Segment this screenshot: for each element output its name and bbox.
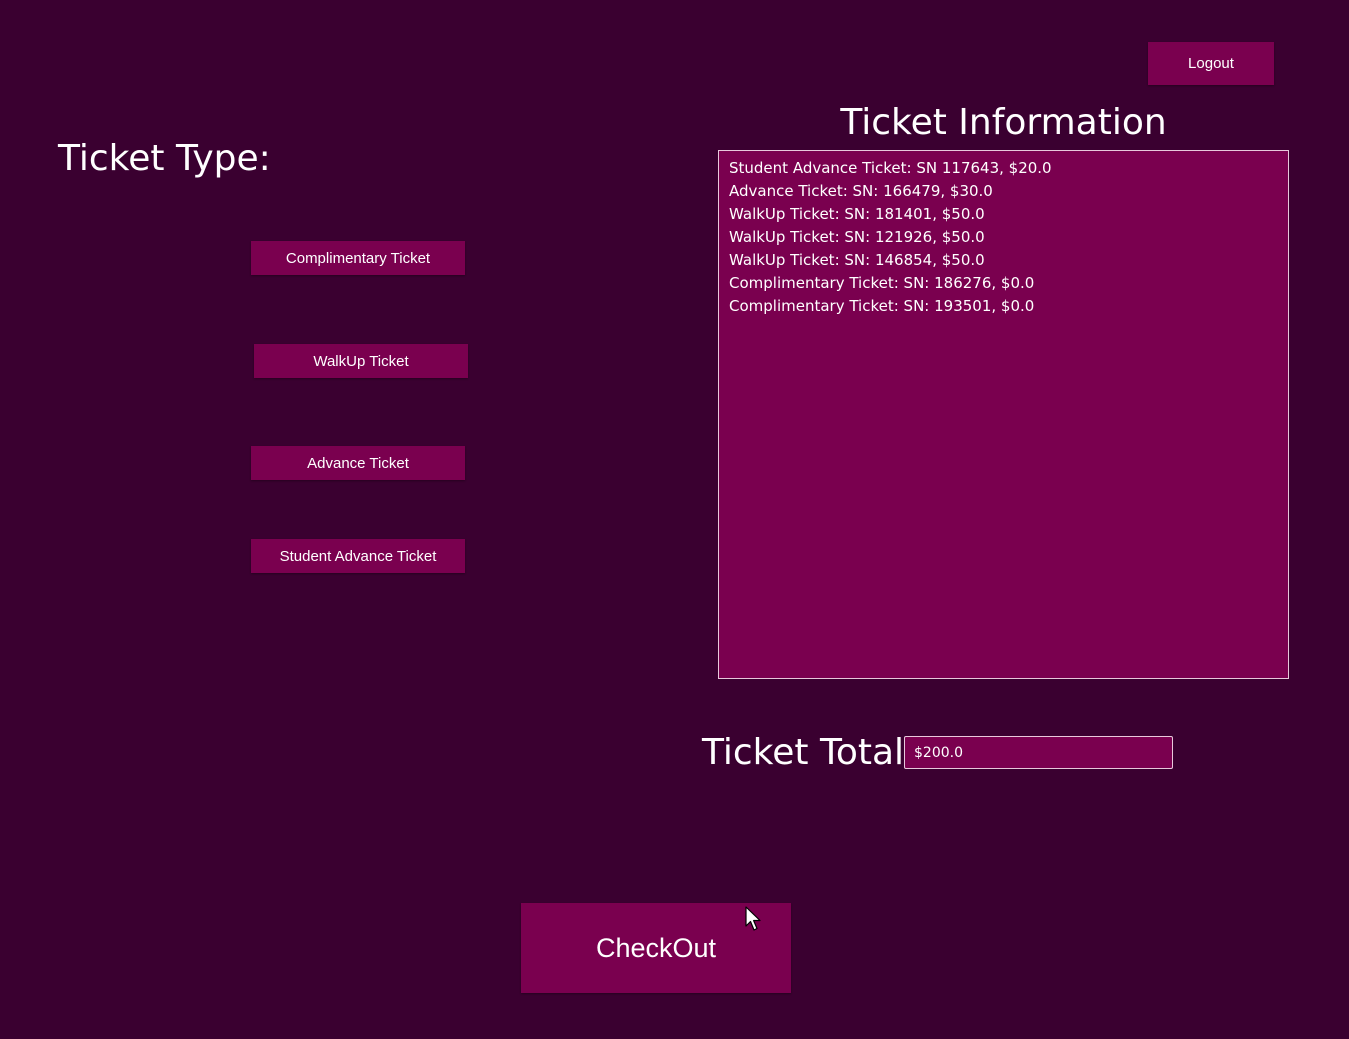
list-item[interactable]: Student Advance Ticket: SN 117643, $20.0: [729, 157, 1278, 180]
ticket-information-list[interactable]: Student Advance Ticket: SN 117643, $20.0…: [718, 150, 1289, 679]
list-item[interactable]: Complimentary Ticket: SN: 186276, $0.0: [729, 272, 1278, 295]
complimentary-ticket-button[interactable]: Complimentary Ticket: [251, 241, 465, 275]
list-item[interactable]: Complimentary Ticket: SN: 193501, $0.0: [729, 295, 1278, 318]
list-item[interactable]: WalkUp Ticket: SN: 146854, $50.0: [729, 249, 1278, 272]
ticket-total-field[interactable]: [904, 736, 1173, 769]
list-item[interactable]: WalkUp Ticket: SN: 181401, $50.0: [729, 203, 1278, 226]
ticket-information-heading: Ticket Information: [840, 102, 1167, 143]
ticket-window: Logout Ticket Type: Complimentary Ticket…: [0, 0, 1349, 1039]
advance-ticket-button[interactable]: Advance Ticket: [251, 446, 465, 480]
list-item[interactable]: WalkUp Ticket: SN: 121926, $50.0: [729, 226, 1278, 249]
ticket-total-label: Ticket Total:: [702, 732, 917, 773]
mouse-pointer-icon: [745, 906, 761, 931]
walkup-ticket-button[interactable]: WalkUp Ticket: [254, 344, 468, 378]
student-advance-ticket-button[interactable]: Student Advance Ticket: [251, 539, 465, 573]
list-item[interactable]: Advance Ticket: SN: 166479, $30.0: [729, 180, 1278, 203]
logout-button[interactable]: Logout: [1148, 42, 1274, 85]
ticket-type-heading: Ticket Type:: [58, 138, 271, 179]
